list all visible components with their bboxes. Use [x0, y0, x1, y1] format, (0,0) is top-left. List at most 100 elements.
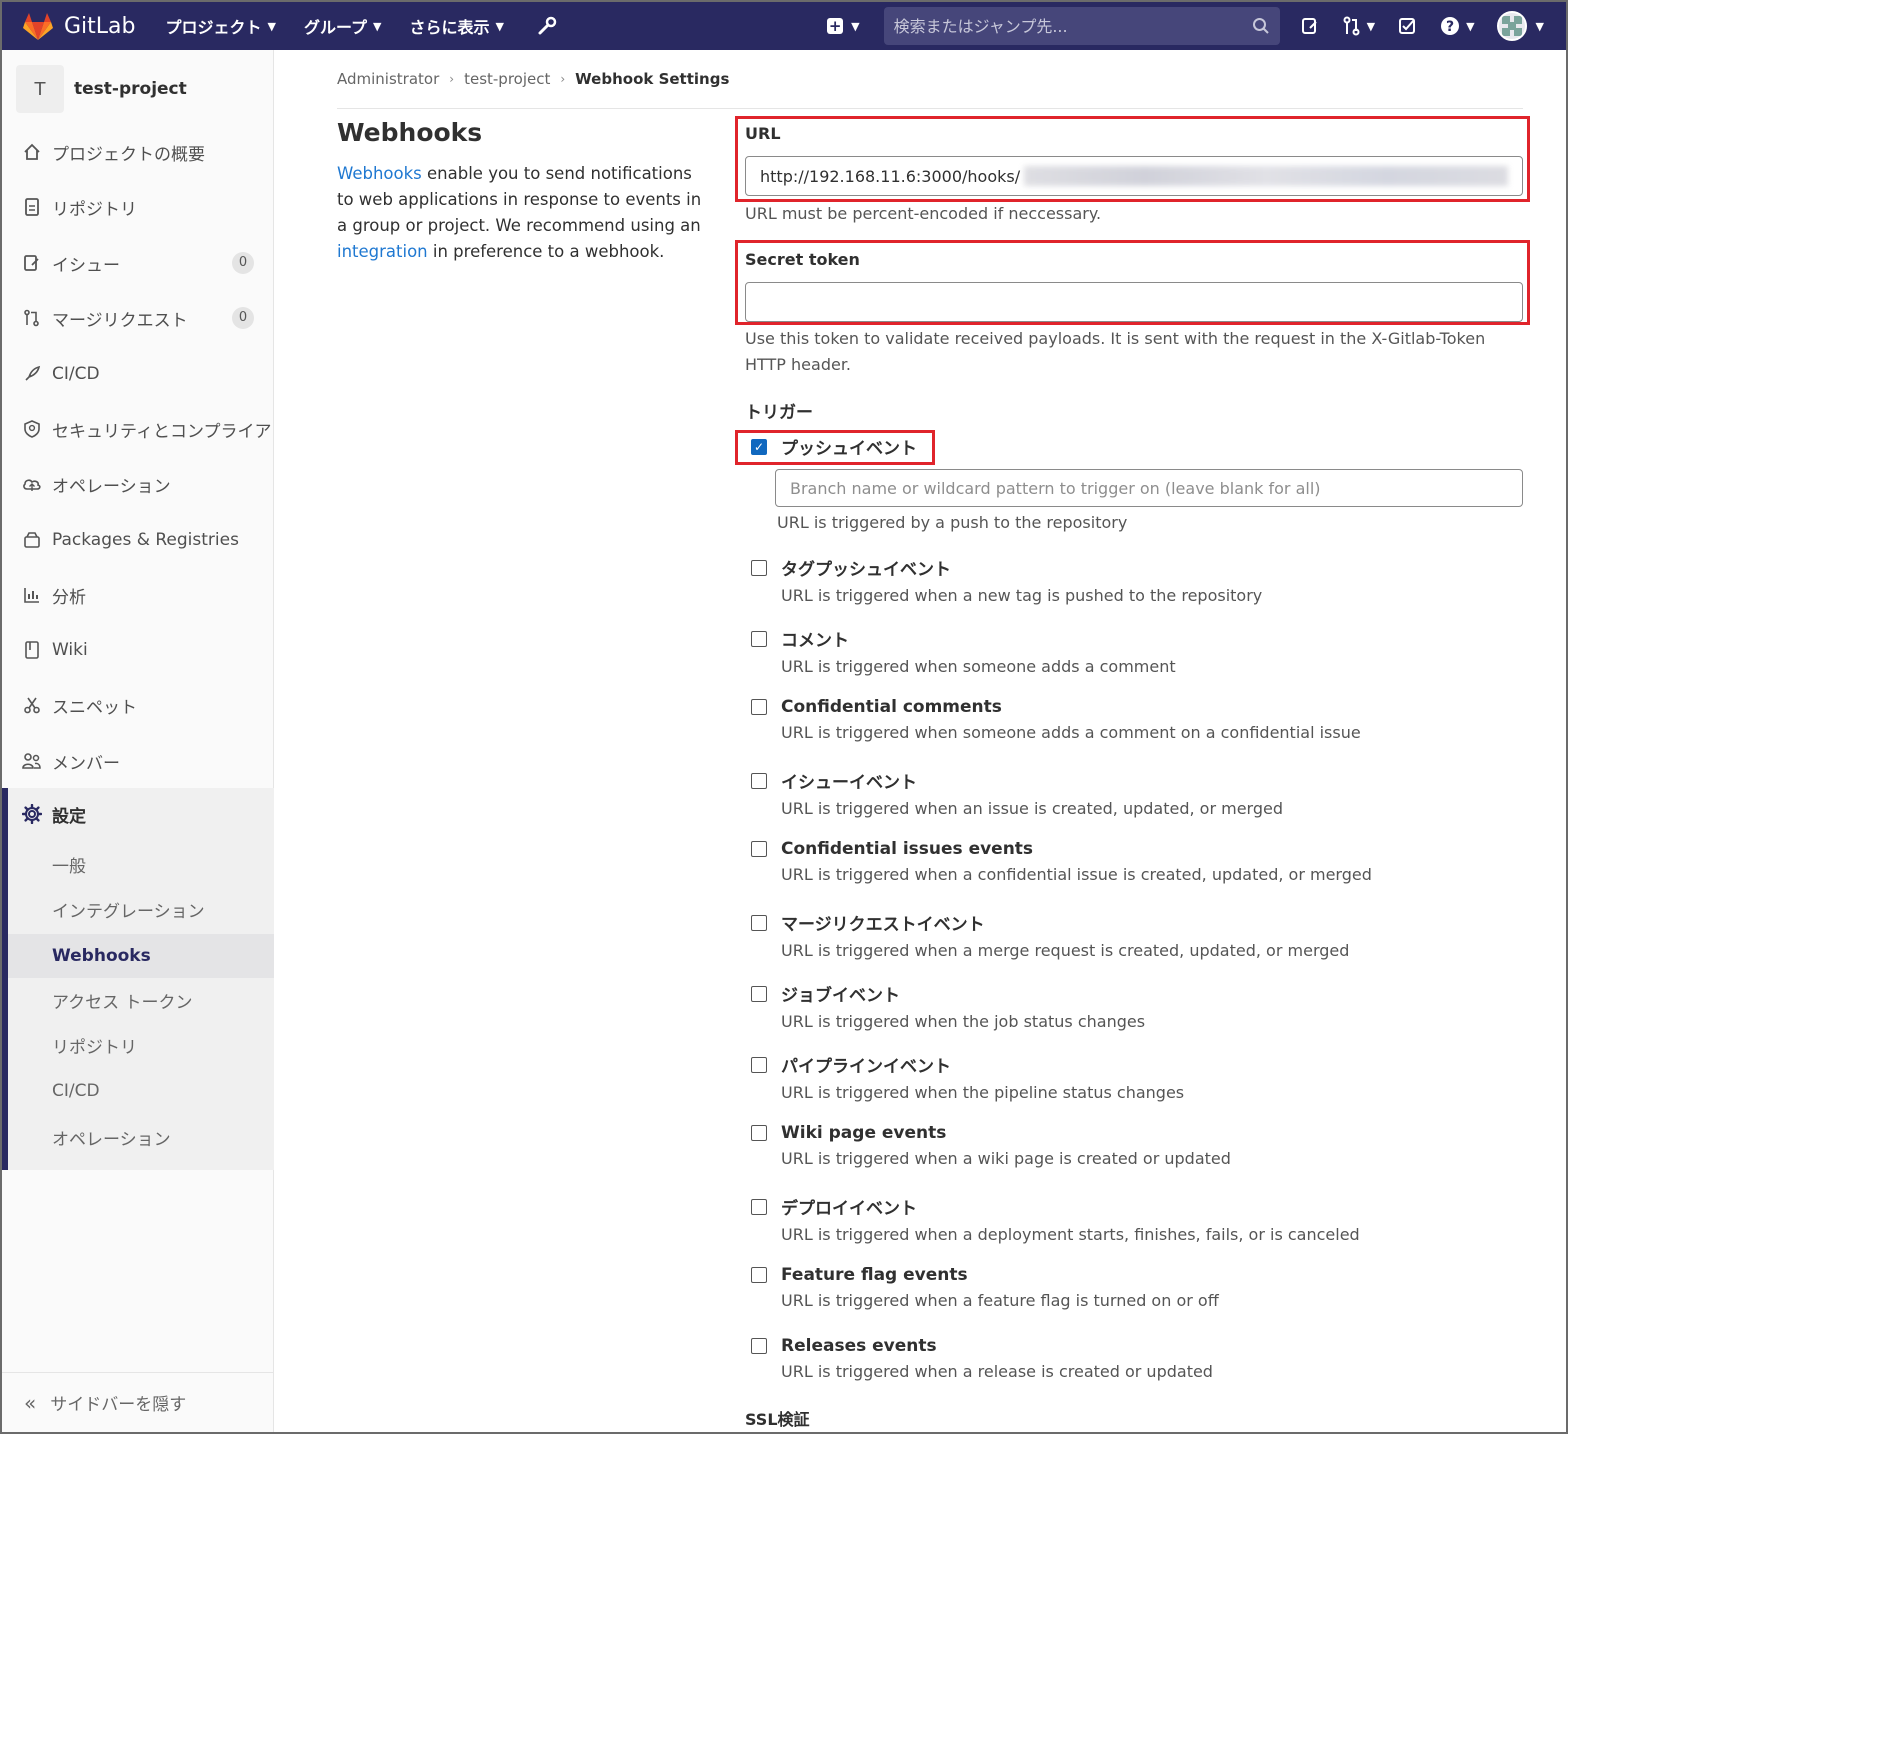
breadcrumb-current[interactable]: Webhook Settings	[575, 70, 729, 88]
nav-menu: プロジェクト ▼ グループ ▼ さらに表示 ▼	[166, 14, 558, 38]
sidebar-subitem-cicd[interactable]: CI/CD	[2, 1069, 274, 1113]
trigger-merge-request-events: マージリクエストイベント URL is triggered when a mer…	[745, 910, 1523, 960]
tag-push-events-checkbox[interactable]	[751, 559, 767, 576]
cloud-icon	[22, 474, 42, 494]
sidebar-item-operations[interactable]: オペレーション	[2, 464, 274, 504]
sidebar-subitem-general[interactable]: 一般	[2, 842, 274, 886]
integration-link[interactable]: integration	[337, 242, 428, 261]
sidebar-item-members[interactable]: メンバー	[2, 741, 274, 781]
top-navbar: GitLab プロジェクト ▼ グループ ▼ さらに表示 ▼ + ▼ 検索または…	[2, 2, 1566, 50]
webhooks-doc-link[interactable]: Webhooks	[337, 164, 422, 183]
nav-groups-menu[interactable]: グループ ▼	[304, 14, 382, 38]
breadcrumb-admin[interactable]: Administrator	[337, 70, 439, 88]
wiki-page-events-checkbox[interactable]	[751, 1125, 767, 1141]
chart-icon	[22, 585, 42, 605]
project-sidebar: T test-project プロジェクトの概要 リポジトリ イシュー 0 マー…	[2, 50, 274, 1432]
sidebar-item-label: リポジトリ	[52, 199, 137, 220]
breadcrumb-project[interactable]: test-project	[464, 70, 550, 88]
nav-groups-label: グループ	[303, 18, 368, 37]
merge-request-icon	[22, 308, 42, 328]
releases-events-checkbox[interactable]	[751, 1338, 767, 1354]
issues-count-badge: 0	[232, 252, 254, 274]
feature-flag-events-checkbox[interactable]	[751, 1267, 767, 1283]
chevron-down-icon: ▼	[1466, 19, 1475, 33]
sidebar-subitem-webhooks[interactable]: Webhooks	[8, 934, 274, 978]
main-content: Administrator › test-project › Webhook S…	[275, 50, 1566, 1432]
trigger-name: Feature flag events	[781, 1265, 968, 1285]
new-dropdown-button[interactable]: + ▼	[827, 17, 860, 35]
rocket-icon	[22, 364, 42, 384]
sidebar-subitem-access-tokens[interactable]: アクセス トークン	[2, 978, 274, 1022]
svg-text:?: ?	[1446, 19, 1454, 35]
trigger-desc: URL is triggered when a feature flag is …	[781, 1291, 1219, 1310]
issues-nav-button[interactable]	[1300, 16, 1320, 36]
sidebar-item-analytics[interactable]: 分析	[2, 575, 274, 615]
sidebar-item-label: セキュリティとコンプライア	[52, 421, 272, 442]
sidebar-subitem-repository[interactable]: リポジトリ	[2, 1023, 274, 1067]
secret-token-help-text: Use this token to validate received payl…	[745, 329, 1486, 374]
merge-request-events-checkbox[interactable]	[751, 914, 767, 931]
sidebar-subitem-integrations[interactable]: インテグレーション	[2, 887, 274, 931]
help-nav-button[interactable]: ? ▼	[1439, 15, 1475, 37]
shield-icon	[22, 419, 42, 439]
sidebar-subitem-operations[interactable]: オペレーション	[2, 1115, 274, 1159]
project-avatar: T	[16, 65, 64, 113]
gear-icon	[22, 804, 42, 824]
todo-nav-button[interactable]	[1397, 16, 1417, 36]
admin-wrench-icon[interactable]	[536, 15, 558, 37]
confidential-issues-checkbox[interactable]	[751, 841, 767, 857]
sidebar-item-overview[interactable]: プロジェクトの概要	[2, 132, 274, 172]
sidebar-item-cicd[interactable]: CI/CD	[2, 354, 274, 394]
gitlab-brand[interactable]: GitLab	[22, 2, 136, 50]
comments-checkbox[interactable]	[751, 630, 767, 647]
trigger-deployment-events: デプロイイベント URL is triggered when a deploym…	[745, 1194, 1523, 1244]
user-menu-button[interactable]: ▼	[1496, 11, 1544, 41]
sidebar-item-packages[interactable]: Packages & Registries	[2, 520, 274, 560]
todo-icon	[1399, 18, 1416, 34]
trigger-name: ジョブイベント	[781, 986, 900, 1006]
sidebar-item-settings[interactable]: 設定	[2, 794, 274, 834]
sidebar-item-security[interactable]: セキュリティとコンプライア	[2, 409, 274, 449]
collapse-sidebar-label: サイドバーを隠す	[50, 1395, 187, 1415]
search-icon[interactable]	[1252, 17, 1270, 35]
trigger-confidential-issues-events: Confidential issues events URL is trigge…	[745, 839, 1523, 884]
nav-projects-menu[interactable]: プロジェクト ▼	[166, 14, 276, 38]
intro-text: Webhooks enable you to send notification…	[337, 161, 707, 265]
confidential-comments-checkbox[interactable]	[751, 699, 767, 715]
sidebar-item-label: プロジェクトの概要	[52, 144, 205, 165]
sidebar-item-issues[interactable]: イシュー 0	[2, 243, 274, 283]
sidebar-item-merge-requests[interactable]: マージリクエスト 0	[2, 298, 274, 338]
sidebar-project-header[interactable]: T test-project	[2, 50, 273, 128]
book-icon	[22, 640, 42, 660]
trigger-name: Confidential comments	[781, 697, 1002, 717]
trigger-name: イシューイベント	[781, 773, 917, 793]
branch-filter-input[interactable]	[775, 469, 1523, 507]
job-events-checkbox[interactable]	[751, 985, 767, 1002]
sidebar-item-wiki[interactable]: Wiki	[2, 630, 274, 670]
nav-right: + ▼ 検索またはジャンプ先... ▼ ? ▼ ▼	[827, 2, 1566, 50]
pipeline-events-checkbox[interactable]	[751, 1056, 767, 1073]
trigger-confidential-comments: Confidential comments URL is triggered w…	[745, 697, 1523, 742]
collapse-sidebar-button[interactable]: « サイドバーを隠す	[2, 1372, 274, 1432]
search-box	[883, 7, 1280, 45]
breadcrumb: Administrator › test-project › Webhook S…	[337, 70, 729, 88]
sidebar-item-snippets[interactable]: スニペット	[2, 685, 274, 725]
home-icon	[22, 142, 42, 162]
issue-events-checkbox[interactable]	[751, 772, 767, 789]
merge-requests-nav-button[interactable]: ▼	[1342, 16, 1375, 36]
trigger-desc: URL is triggered when an issue is create…	[781, 799, 1283, 818]
ssl-verification-title: SSL検証	[745, 1410, 810, 1429]
deployment-events-checkbox[interactable]	[751, 1198, 767, 1215]
search-input[interactable]	[893, 16, 1252, 36]
secret-token-highlight-box	[735, 240, 1530, 325]
sidebar-item-label: Wiki	[52, 640, 88, 660]
issues-icon	[22, 253, 42, 273]
chevron-down-icon: ▼	[851, 19, 860, 33]
sidebar-item-repository[interactable]: リポジトリ	[2, 187, 274, 227]
nav-more-menu[interactable]: さらに表示 ▼	[410, 14, 504, 38]
plus-icon: +	[827, 17, 844, 35]
chevron-down-icon: ▼	[495, 19, 504, 33]
trigger-releases-events: Releases events URL is triggered when a …	[745, 1336, 1523, 1381]
avatar	[1496, 11, 1527, 41]
sidebar-item-label: イシュー	[52, 255, 120, 276]
